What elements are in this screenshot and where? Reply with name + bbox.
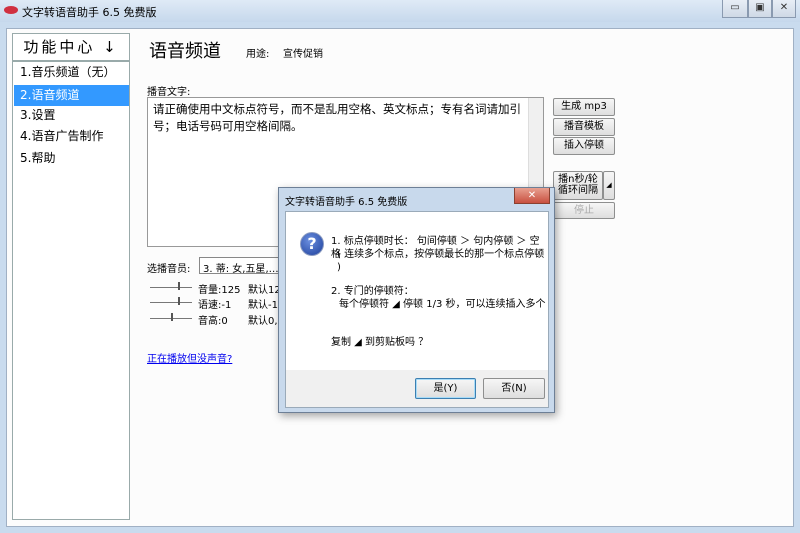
window-title: 文字转语音助手 6.5 免费版 (22, 6, 157, 19)
sidebar-header-label: 功能中心 (23, 38, 96, 56)
purpose-value: 宣传促销 (283, 49, 323, 60)
pitch-label: 音高:0 (198, 316, 228, 327)
sidebar-item-help[interactable]: 5.帮助 (14, 148, 129, 169)
broadcast-text: 请正确使用中文标点符号，而不是乱用空格、英文标点；专有名词请加引号；电话号码可用… (153, 102, 521, 133)
volume-slider[interactable] (150, 287, 192, 288)
close-button[interactable]: ✕ (772, 0, 796, 18)
dialog-line2b: 每个停顿符 ◢ 停顿 1/3 秒，可以连续插入多个 (339, 299, 546, 310)
generate-mp3-button[interactable]: 生成 mp3 (553, 98, 615, 116)
dialog-body: ? 1. 标点停顿时长： 句间停顿 ＞ 句内停顿 ＞ 空格 ( 连续多个标点，按… (285, 211, 549, 408)
maximize-button[interactable]: ▣ (748, 0, 772, 18)
pitch-slider-thumb[interactable] (171, 313, 173, 321)
speed-slider[interactable] (150, 302, 192, 303)
dialog-content: ? 1. 标点停顿时长： 句间停顿 ＞ 句内停顿 ＞ 空格 ( 连续多个标点，按… (286, 212, 548, 370)
no-button[interactable]: 否(N) (483, 378, 545, 399)
sidebar-item-settings[interactable]: 3.设置 (14, 105, 129, 126)
loop-play-button[interactable]: 播n秒/轮 循环间隔 (553, 171, 603, 200)
sidebar-item-voice[interactable]: 2.语音频道 (14, 85, 129, 106)
message-dialog: 文字转语音助手 6.5 免费版 ✕ ? 1. 标点停顿时长： 句间停顿 ＞ 句内… (278, 187, 555, 413)
speed-slider-thumb[interactable] (178, 297, 180, 305)
sidebar-item-music[interactable]: 1.音乐频道（无） (14, 62, 129, 83)
yes-button[interactable]: 是(Y) (415, 378, 476, 399)
template-button[interactable]: 播音模板 (553, 118, 615, 136)
volume-label: 音量:125 (198, 285, 241, 296)
dialog-title: 文字转语音助手 6.5 免费版 (285, 197, 408, 208)
purpose-label: 用途: (246, 49, 270, 60)
stop-button[interactable]: 停止 (553, 202, 615, 219)
speed-label: 语速:-1 (198, 300, 232, 311)
app-logo-icon (4, 6, 18, 14)
sidebar-header[interactable]: 功能中心 ↓ (12, 33, 130, 61)
question-icon: ? (300, 232, 324, 256)
minimize-button[interactable]: ▭ (722, 0, 748, 18)
text-label: 播音文字: (147, 87, 191, 98)
no-sound-help-link[interactable]: 正在播放但没声音? (147, 350, 232, 365)
dialog-close-button[interactable]: ✕ (514, 188, 550, 204)
dialog-line2: 2. 专门的停顿符： (331, 286, 414, 297)
insert-pause-button[interactable]: 插入停顿 (553, 137, 615, 155)
arrow-down-icon: ↓ (103, 38, 119, 56)
loop-menu-button[interactable]: ◢ (603, 171, 615, 200)
voice-label: 选播音员: (147, 264, 191, 275)
volume-slider-thumb[interactable] (178, 282, 180, 290)
sidebar-item-ad[interactable]: 4.语音广告制作 (14, 126, 129, 147)
page-title: 语音频道 (149, 41, 221, 62)
dialog-question: 复制 ◢ 到剪贴板吗 ？ (331, 337, 429, 348)
dialog-line1b: ( 连续多个标点，按停顿最长的那一个标点停顿 ) (337, 249, 545, 273)
sidebar-list: 1.音乐频道（无） 2.语音频道 3.设置 4.语音广告制作 5.帮助 (12, 61, 130, 520)
